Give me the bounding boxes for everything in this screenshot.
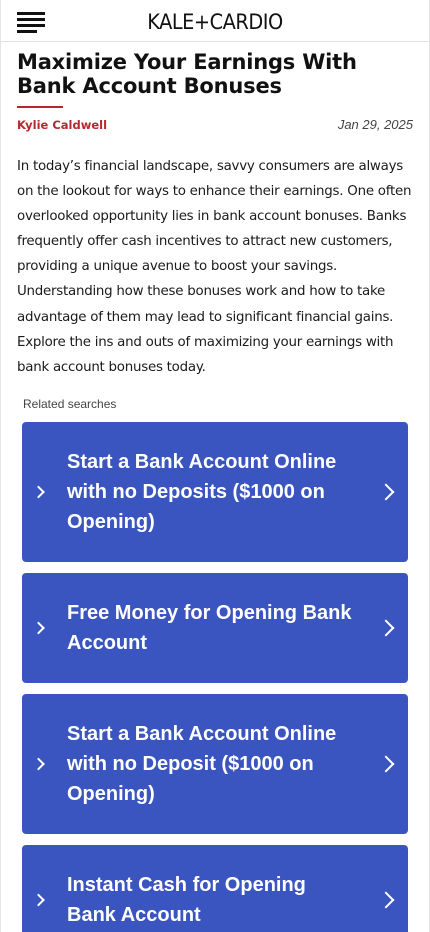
- related-searches-label: Related searches: [23, 396, 117, 411]
- related-search-label: Start a Bank Account Online with no Depo…: [67, 450, 337, 533]
- site-header: KALE+CARDIO: [1, 0, 429, 42]
- byline: Kylie Caldwell Jan 29, 2025: [17, 117, 413, 132]
- related-search-label: Instant Cash for Opening Bank Account: [67, 873, 306, 926]
- article: Maximize Your Earnings With Bank Account…: [1, 50, 429, 932]
- page: KALE+CARDIO Maximize Your Earnings With …: [0, 0, 430, 932]
- site-logo[interactable]: KALE+CARDIO: [18, 10, 412, 34]
- related-searches-list: Start a Bank Account Online with no Depo…: [17, 421, 413, 932]
- publish-date: Jan 29, 2025: [337, 117, 413, 132]
- author-link[interactable]: Kylie Caldwell: [17, 118, 107, 132]
- related-search-card[interactable]: Instant Cash for Opening Bank Account: [22, 844, 408, 932]
- related-search-card[interactable]: Start a Bank Account Online with no Depo…: [22, 421, 408, 562]
- article-title: Maximize Your Earnings With Bank Account…: [17, 50, 357, 98]
- related-search-card[interactable]: Start a Bank Account Online with no Depo…: [22, 693, 408, 834]
- related-search-card[interactable]: Free Money for Opening Bank Account: [22, 572, 408, 683]
- title-divider: [17, 106, 63, 108]
- article-intro: In today’s financial landscape, savvy co…: [17, 159, 412, 375]
- related-search-label: Start a Bank Account Online with no Depo…: [67, 722, 337, 805]
- related-search-label: Free Money for Opening Bank Account: [67, 601, 352, 654]
